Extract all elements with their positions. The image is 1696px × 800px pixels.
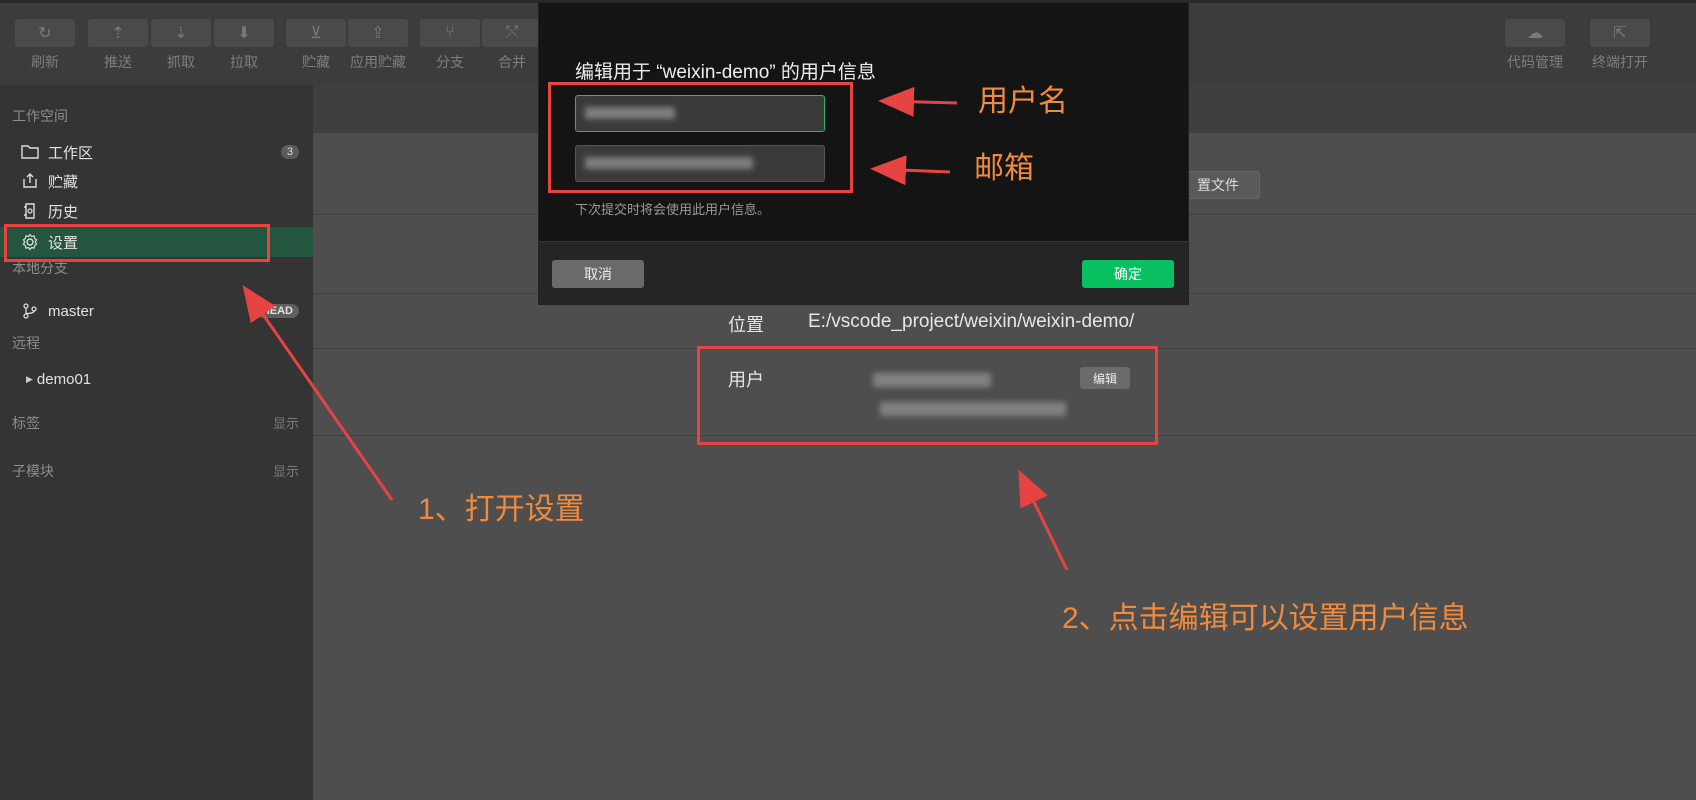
fetch-button[interactable]: ⇣ 抓取 — [149, 19, 213, 72]
merge-icon: ⤲ — [482, 19, 542, 47]
apply-stash-label: 应用贮藏 — [350, 54, 406, 70]
annotation-step2: 2、点击编辑可以设置用户信息 — [1062, 602, 1469, 635]
code-management-label: 代码管理 — [1507, 54, 1563, 70]
annotation-box-settings — [4, 224, 270, 262]
push-label: 推送 — [104, 54, 132, 70]
stash-button[interactable]: ⊻ 贮藏 — [284, 19, 348, 72]
sidebar-item-remote-demo01[interactable]: ▶ demo01 — [0, 364, 313, 394]
annotation-box-inputs — [548, 82, 853, 193]
terminal-open-label: 终端打开 — [1592, 54, 1648, 70]
sidebar-item-label: 工作区 — [48, 144, 94, 162]
changes-count-badge: 3 — [280, 145, 299, 159]
terminal-open-button[interactable]: ⇱ 终端打开 — [1588, 19, 1652, 72]
sidebar-item-label: 历史 — [48, 203, 79, 221]
sidebar: 工作空间 工作区 3 贮藏 历史 设置 本地分支 master HEAD 远程 — [0, 85, 313, 800]
chevron-right-icon: ▶ — [26, 373, 33, 384]
branch-icon — [20, 301, 40, 321]
sidebar-item-branch-master[interactable]: master HEAD — [0, 296, 313, 326]
pull-label: 拉取 — [230, 54, 258, 70]
stash-icon: ⊻ — [286, 19, 346, 47]
tags-show-toggle[interactable]: 显示 — [273, 413, 299, 432]
branch-label: 分支 — [436, 54, 464, 70]
remote-section-title: 远程 — [12, 335, 40, 351]
cloud-icon: ☁ — [1505, 19, 1565, 47]
location-value: E:/vscode_project/weixin/weixin-demo/ — [808, 311, 1135, 332]
stash-icon — [20, 171, 40, 191]
apply-stash-icon: ⇪ — [348, 19, 408, 47]
code-management-button[interactable]: ☁ 代码管理 — [1503, 19, 1567, 72]
remote-name: demo01 — [36, 370, 92, 388]
refresh-button[interactable]: ↻ 刷新 — [13, 19, 77, 72]
refresh-label: 刷新 — [31, 54, 59, 70]
sidebar-item-workspace[interactable]: 工作区 3 — [0, 137, 313, 167]
workspace-section-title: 工作空间 — [12, 108, 68, 124]
dialog-hint: 下次提交时将会使用此用户信息。 — [575, 202, 771, 217]
dialog-footer: 取消 确定 — [539, 241, 1188, 304]
fetch-label: 抓取 — [167, 54, 195, 70]
sidebar-item-stash[interactable]: 贮藏 — [0, 166, 313, 196]
annotation-box-user — [697, 346, 1158, 445]
annotation-step1: 1、打开设置 — [418, 493, 585, 526]
submodules-show-toggle[interactable]: 显示 — [273, 461, 299, 480]
branch-button[interactable]: ⑂ 分支 — [418, 19, 482, 72]
ok-button[interactable]: 确定 — [1082, 260, 1174, 288]
cancel-button[interactable]: 取消 — [552, 260, 644, 288]
annotation-email: 邮箱 — [974, 152, 1034, 185]
history-icon — [20, 201, 40, 221]
fetch-icon: ⇣ — [151, 19, 211, 47]
merge-label: 合并 — [498, 54, 526, 70]
pull-icon: ⬇ — [214, 19, 274, 47]
merge-button[interactable]: ⤲ 合并 — [480, 19, 544, 72]
refresh-icon: ↻ — [15, 19, 75, 47]
sidebar-item-history[interactable]: 历史 — [0, 196, 313, 226]
submodules-section-title: 子模块 — [12, 463, 54, 479]
apply-stash-button[interactable]: ⇪ 应用贮藏 — [346, 19, 410, 72]
push-icon: ⇡ — [88, 19, 148, 47]
external-open-icon: ⇱ — [1590, 19, 1650, 47]
sidebar-item-label: 贮藏 — [48, 173, 79, 191]
pull-button[interactable]: ⬇ 拉取 — [212, 19, 276, 72]
dialog-title: 编辑用于 “weixin-demo” 的用户信息 — [575, 62, 876, 83]
location-label: 位置 — [728, 315, 764, 335]
head-badge: HEAD — [255, 304, 299, 318]
annotation-username: 用户名 — [978, 85, 1068, 118]
branch-icon: ⑂ — [420, 19, 480, 47]
stash-label: 贮藏 — [302, 54, 330, 70]
folder-icon — [20, 142, 40, 162]
push-button[interactable]: ⇡ 推送 — [86, 19, 150, 72]
branch-name: master — [48, 302, 94, 320]
tags-section-title: 标签 — [12, 415, 40, 431]
